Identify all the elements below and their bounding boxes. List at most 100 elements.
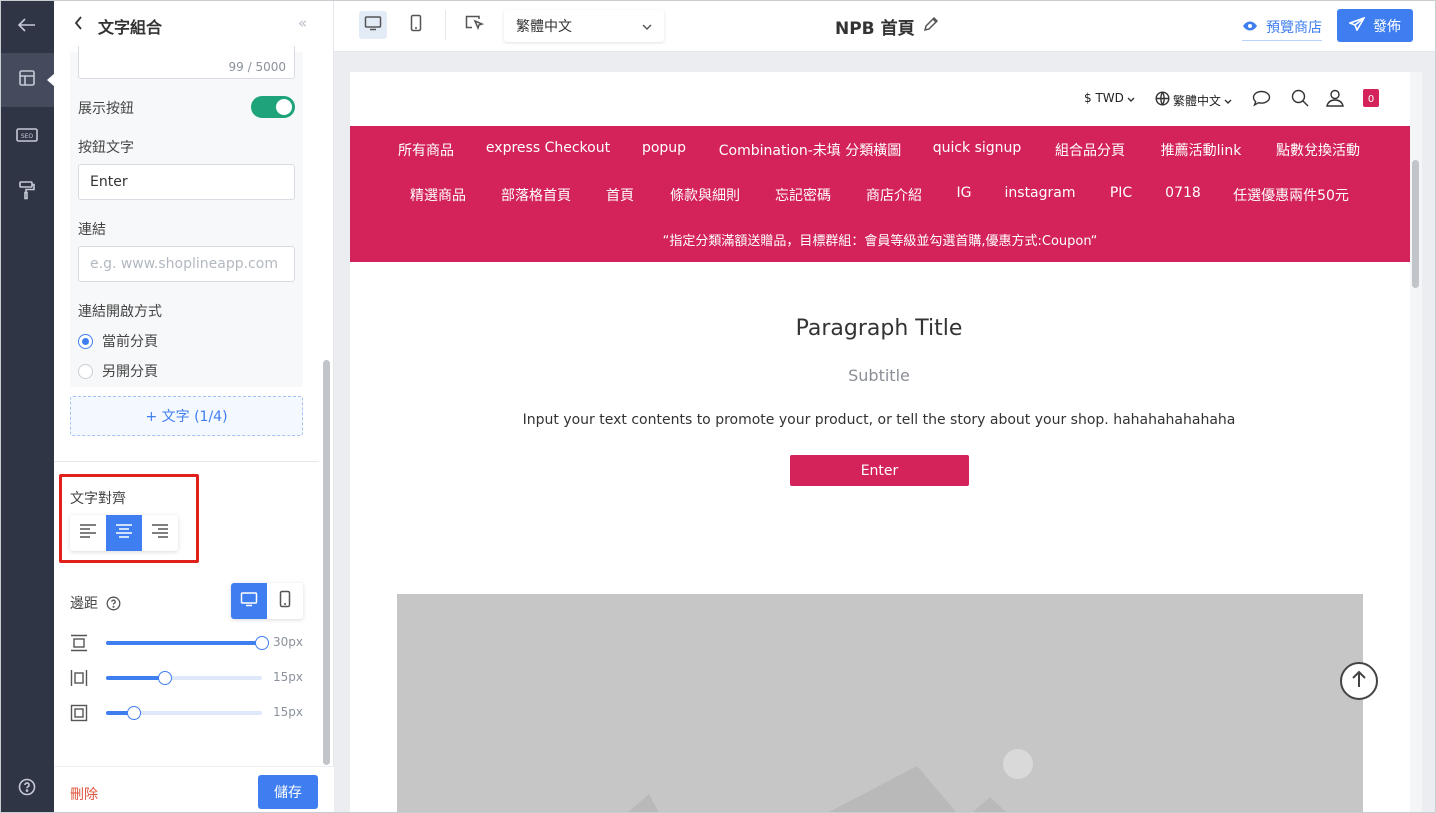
mobile-icon — [410, 14, 422, 36]
chevron-down-icon — [642, 18, 652, 34]
nav-item[interactable]: 忘記密碼 — [775, 185, 831, 205]
delete-button[interactable]: 刪除 — [70, 784, 98, 804]
nav-item[interactable]: 精選商品 — [410, 185, 466, 205]
button-text-input[interactable] — [78, 164, 295, 200]
nav-item[interactable]: 0718 — [1165, 185, 1201, 201]
nav-item[interactable]: 所有商品 — [398, 140, 454, 160]
padding-desktop-button[interactable] — [231, 583, 267, 619]
chevron-left-icon — [74, 16, 84, 34]
message-icon[interactable] — [1252, 90, 1271, 107]
nav-item[interactable]: 條款與細則 — [670, 185, 740, 205]
rail-layout-button[interactable] — [0, 53, 55, 107]
layout-icon — [18, 69, 36, 91]
section-divider — [54, 461, 319, 462]
help-icon — [18, 778, 36, 800]
paint-roller-icon — [18, 180, 36, 204]
store-language-selector[interactable]: 繁體中文 — [1155, 91, 1232, 109]
slider-handle[interactable] — [127, 706, 142, 720]
padding-label-text: 邊距 — [70, 596, 98, 612]
scroll-to-top-button[interactable] — [1340, 662, 1378, 700]
slider-value: 15px — [273, 705, 303, 719]
padding-horizontal-icon — [70, 669, 88, 691]
nav-item[interactable]: 商店介紹 — [866, 185, 922, 205]
slider-track[interactable] — [106, 671, 262, 685]
desktop-icon — [364, 15, 382, 35]
add-text-button[interactable]: + 文字 (1/4) — [70, 396, 303, 436]
paragraph-title: Paragraph Title — [795, 316, 963, 341]
slider-track[interactable] — [106, 636, 269, 650]
paragraph-body: Input your text contents to promote your… — [522, 412, 1236, 428]
slider-value: 15px — [273, 670, 303, 684]
nav-item[interactable]: PIC — [1110, 185, 1132, 201]
panel-header: 文字組合 « — [54, 0, 334, 50]
preview-store-link[interactable]: 預覽商店 — [1242, 17, 1322, 41]
mobile-icon — [279, 590, 291, 612]
paragraph-enter-button[interactable]: Enter — [790, 455, 969, 486]
show-button-toggle[interactable] — [251, 96, 295, 118]
slider-fill — [106, 676, 166, 680]
promo-banner-text[interactable]: “指定分類滿額送贈品，目標群組：會員等級並勾選首購,優惠方式:Coupon“ — [663, 230, 1098, 249]
edit-pencil-icon[interactable] — [915, 16, 939, 37]
nav-item[interactable]: popup — [642, 140, 686, 156]
paper-plane-icon — [1347, 16, 1373, 35]
cart-count: 0 — [1367, 94, 1375, 105]
slider-handle[interactable] — [158, 671, 173, 685]
language-select[interactable]: 繁體中文 — [504, 10, 664, 42]
nav-item[interactable]: 任選優惠兩件50元 — [1233, 185, 1349, 205]
panel-scrollbar[interactable] — [323, 360, 330, 765]
slider-value: 30px — [273, 635, 303, 649]
store-language-label: 繁體中文 — [1173, 93, 1222, 108]
radio-new-label: 另開分頁 — [102, 364, 158, 380]
user-icon[interactable] — [1326, 89, 1344, 107]
collapse-panel-icon[interactable]: « — [298, 14, 307, 32]
select-element-button[interactable] — [461, 11, 489, 39]
publish-button[interactable]: 發佈 — [1337, 9, 1413, 42]
chevron-down-icon — [1224, 93, 1232, 107]
nav-item[interactable]: 部落格首頁 — [501, 185, 571, 205]
slider-handle[interactable] — [255, 636, 269, 650]
help-circle-icon[interactable] — [106, 596, 121, 615]
arrow-up-icon — [1352, 670, 1366, 692]
nav-item[interactable]: express Checkout — [486, 140, 610, 156]
image-placeholder-icon — [627, 749, 1033, 813]
rail-help-button[interactable] — [0, 762, 54, 813]
nav-item[interactable]: instagram — [1005, 185, 1076, 201]
panel-back-button[interactable] — [74, 16, 84, 34]
toggle-knob — [276, 99, 292, 115]
nav-item[interactable]: 首頁 — [606, 185, 634, 205]
char-count: 99 / 5000 — [228, 60, 286, 74]
nav-item[interactable]: 點數兌換活動 — [1276, 140, 1360, 160]
store-preview: $ TWD 繁體中文 0 所有商品 express Checkout popup… — [350, 72, 1410, 813]
radio-current-tab[interactable]: 當前分頁 — [78, 331, 158, 351]
rail-seo-button[interactable]: SEO — [0, 110, 54, 164]
link-input[interactable] — [78, 246, 295, 282]
padding-mobile-button[interactable] — [267, 583, 303, 619]
nav-item[interactable]: 組合品分頁 — [1055, 140, 1125, 160]
save-button[interactable]: 儲存 — [258, 775, 318, 809]
image-placeholder — [397, 594, 1363, 813]
left-rail: SEO — [0, 0, 55, 813]
rail-theme-button[interactable] — [0, 165, 54, 219]
nav-item[interactable]: 推薦活動link — [1161, 140, 1242, 160]
preview-desktop-button[interactable] — [359, 11, 387, 39]
nav-item[interactable]: quick signup — [933, 140, 1022, 156]
button-text-label: 按鈕文字 — [78, 140, 134, 156]
cursor-select-icon — [465, 14, 485, 36]
nav-item[interactable]: Combination-未填 分類橫圖 — [719, 140, 902, 160]
radio-current-label: 當前分頁 — [102, 334, 158, 350]
radio-new-tab[interactable]: 另開分頁 — [78, 361, 158, 381]
padding-device-toggle — [231, 583, 303, 619]
preview-mobile-button[interactable] — [402, 11, 430, 39]
paragraph-subtitle: Subtitle — [848, 366, 910, 385]
search-icon[interactable] — [1291, 89, 1309, 107]
slider-track[interactable] — [106, 706, 262, 720]
canvas-scrollbar[interactable] — [1412, 160, 1419, 288]
cart-icon[interactable]: 0 — [1363, 89, 1379, 107]
toolbar-separator — [445, 10, 446, 40]
content-textarea[interactable]: 99 / 5000 — [78, 46, 295, 79]
radio-dot-selected — [78, 333, 93, 349]
nav-item[interactable]: IG — [957, 185, 972, 201]
back-button[interactable] — [0, 0, 54, 54]
currency-selector[interactable]: $ TWD — [1084, 91, 1135, 105]
page-title-text: NPB 首頁 — [835, 19, 915, 39]
